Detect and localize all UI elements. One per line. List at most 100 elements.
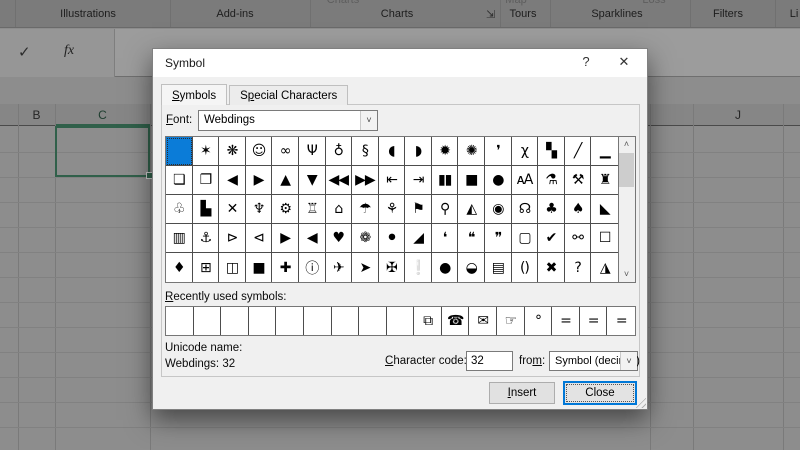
symbol-cell-skip-start[interactable]: ⇤ [378,166,406,195]
symbol-cell-black-square[interactable]: ■ [245,253,273,282]
symbol-cell-bank-building[interactable]: ♖ [298,195,326,224]
symbol-cell-dashed-box[interactable]: ▢ [511,224,539,253]
symbol-cell-eye[interactable]: ◉ [485,195,512,224]
symbol-cell-checkmark[interactable]: ✔ [538,224,565,253]
insert-function-icon[interactable]: fx [64,43,74,59]
active-cell-selection[interactable] [55,126,150,177]
scroll-down-icon[interactable]: ˅ [619,267,634,282]
close-button[interactable]: Close [563,381,637,405]
symbol-cell-house[interactable]: ⌂ [325,195,353,224]
symbol-cell-cascade-windows[interactable]: ❐ [192,166,220,195]
symbol-cell-lightning-burst[interactable]: ✺ [458,137,486,166]
symbol-cell-up[interactable]: ▲ [272,166,299,195]
symbol-cell-chili-pepper[interactable]: ❜ [485,137,512,166]
symbol-cell-equals[interactable]: = [552,307,580,335]
symbol-cell-blank-square[interactable]: ☐ [591,224,618,253]
insert-button[interactable]: Insert [489,382,555,404]
symbol-grid-scrollbar[interactable]: ˄ ˅ [619,136,636,283]
symbol-cell-cross-x[interactable]: ✖ [538,253,565,282]
symbol-cell-desert[interactable]: ♆ [245,195,273,224]
symbol-cell-factory[interactable]: ⚙ [272,195,299,224]
symbol-cell-window[interactable]: ❏ [166,166,193,195]
font-dropdown[interactable]: Webdings ˅ [198,110,378,131]
symbol-cell-pointing-hand[interactable]: ☞ [497,307,525,335]
symbol-cell-pause[interactable]: ▮▮ [431,166,459,195]
symbol-cell-highway-sign[interactable]: ⚑ [405,195,432,224]
symbol-cell-speaker-right[interactable]: ▶ [272,224,299,253]
symbol-cell-jet[interactable]: ➤ [352,253,379,282]
from-dropdown[interactable]: Symbol (decimal) ˅ [549,351,640,371]
symbol-cell-question-mark[interactable]: ? [564,253,592,282]
symbol-cell-spider-web[interactable]: ❋ [219,137,246,166]
symbol-cell-font-size[interactable]: ᴀA [511,166,539,195]
scroll-up-icon[interactable]: ˄ [619,137,634,152]
help-icon[interactable]: ? [573,54,599,72]
symbol-cell-empty[interactable] [303,307,332,335]
column-header-c[interactable]: C [55,108,150,122]
symbol-cell-mound[interactable]: ◒ [458,253,486,282]
symbol-cell-demolition[interactable]: ✕ [219,195,246,224]
symbol-cell-empty[interactable] [221,307,249,335]
symbol-cell-alert-person[interactable]: ❕ [405,253,432,282]
column-header-j[interactable]: J [693,108,783,122]
symbol-cell-speech-bubble-left[interactable]: ◖ [378,137,406,166]
tab-special-characters[interactable]: Special Characters [229,85,349,105]
symbol-cell-rewind[interactable]: ◀◀ [325,166,353,195]
symbol-cell-space[interactable] [166,137,193,166]
symbol-cell-speech-solid[interactable]: ⚫ [378,224,406,253]
symbol-cell-city[interactable]: ▙ [192,195,220,224]
symbol-cell-parentheses[interactable]: () [511,253,539,282]
symbol-cell-station[interactable]: ▥ [166,224,193,253]
symbol-cell-star-plane[interactable]: ✠ [378,253,406,282]
symbol-cell-mountain-road[interactable]: ◣ [591,195,618,224]
symbol-cell-construction[interactable]: ♜ [591,166,618,195]
symbol-cell-skip-end[interactable]: ⇥ [405,166,432,195]
symbol-cell-small-plane[interactable]: ✈ [325,253,353,282]
symbol-cell-information[interactable]: ⓘ [298,253,326,282]
symbol-cell-countryside[interactable]: ♧ [166,195,193,224]
symbol-cell-bouquet[interactable]: ❁ [352,224,379,253]
symbol-cell-campground[interactable]: ♠ [564,195,592,224]
symbol-cell-announce-left[interactable]: ⊲ [245,224,273,253]
symbol-cell-speech-bubble-right[interactable]: ◗ [405,137,432,166]
symbol-cell-bus[interactable]: ▤ [485,253,512,282]
symbol-cell-checkerboard[interactable]: ▚ [538,137,565,166]
symbol-cell-thought-bubble[interactable]: ❛ [431,224,459,253]
symbol-cell-ship[interactable]: ⚓ [192,224,220,253]
symbol-cell-mountain[interactable]: ◭ [458,195,486,224]
symbol-cell-train[interactable]: ◫ [219,253,246,282]
character-code-input[interactable] [466,351,513,371]
dialog-launcher-icon[interactable]: ⇲ [486,8,495,21]
symbol-cell-stop[interactable]: ■ [458,166,486,195]
symbol-cell-no-piracy-face[interactable]: ☺ [245,137,273,166]
symbol-cell-empty[interactable] [248,307,277,335]
chevron-down-icon[interactable]: ˅ [360,111,377,130]
symbol-cell-spider[interactable]: ✶ [192,137,220,166]
symbol-cell-previous[interactable]: ◀ [219,166,246,195]
symbol-cell-awareness-ribbon[interactable]: χ [511,137,539,166]
symbol-cell-park[interactable]: ♣ [538,195,565,224]
close-icon[interactable]: ✕ [611,54,637,72]
symbol-cell-trophy[interactable]: Ψ [298,137,326,166]
symbol-cell-empty[interactable] [386,307,415,335]
symbol-cell-empty[interactable] [193,307,222,335]
symbol-cell-underscore[interactable]: ▁ [591,137,618,166]
symbol-cell-thick-slash[interactable]: ╱ [564,137,592,166]
column-header-b[interactable]: B [18,108,55,122]
symbol-cell-equals[interactable]: = [607,307,635,335]
dialog-titlebar[interactable]: Symbol ? ✕ [153,49,647,77]
symbol-cell-empty[interactable] [276,307,304,335]
symbol-cell-carport[interactable]: ☂ [352,195,379,224]
scrollbar-thumb[interactable] [619,153,634,187]
symbol-cell-telephone[interactable]: ☎ [441,307,470,335]
symbol-cell-bicycle[interactable]: ⚯ [564,224,592,253]
enter-check-icon[interactable]: ✓ [18,43,31,61]
symbol-cell-island[interactable]: ⚘ [378,195,406,224]
symbol-cell-tools[interactable]: ⚒ [564,166,592,195]
symbol-cell-open-book[interactable]: ⧉ [414,307,442,335]
symbol-cell-gift[interactable]: ⊞ [192,253,220,282]
symbol-cell-degree-sign[interactable]: ° [524,307,553,335]
symbol-cell-ambulance[interactable]: ✚ [272,253,299,282]
symbol-cell-down[interactable]: ▼ [298,166,326,195]
chevron-down-icon[interactable]: ˅ [620,352,637,370]
